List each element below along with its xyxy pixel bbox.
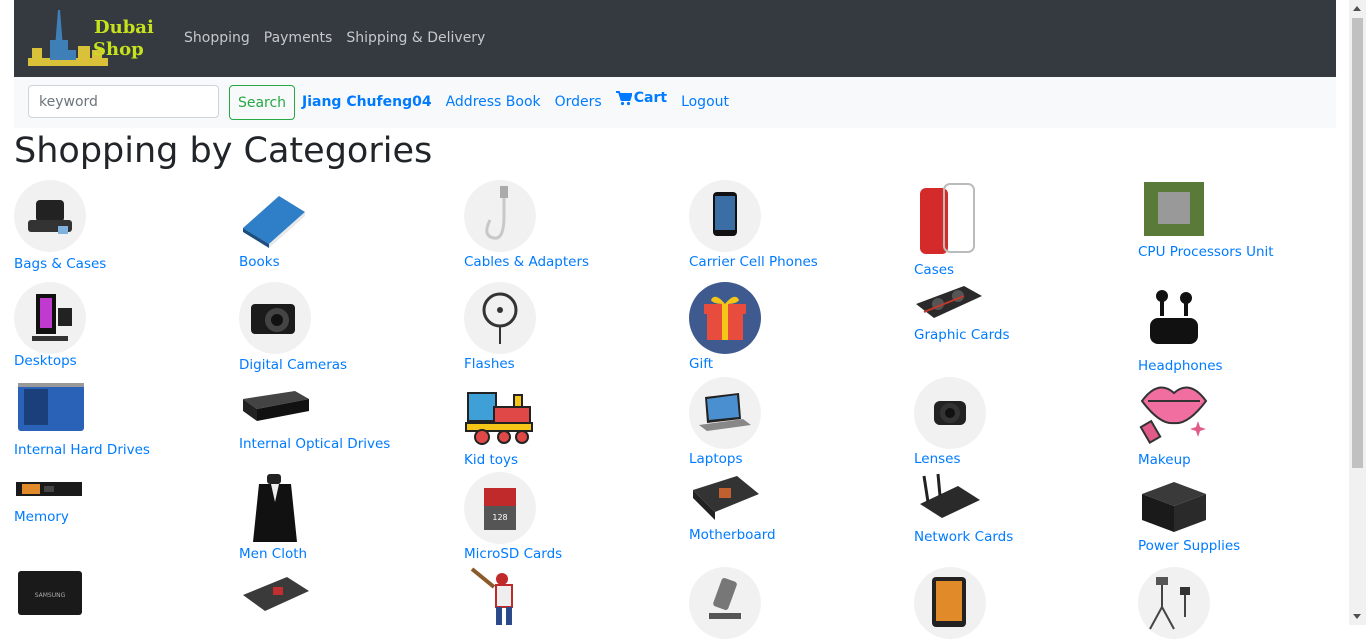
category-label[interactable]: Bags & Cases [14, 256, 106, 272]
cable-icon [464, 180, 536, 252]
category-label[interactable]: Graphic Cards [914, 327, 1010, 343]
nav-payments[interactable]: Payments [264, 30, 333, 46]
cart-icon [615, 90, 632, 105]
category-label[interactable]: Desktops [14, 353, 77, 369]
lens-icon [914, 377, 986, 449]
scroll-thumb[interactable] [1352, 18, 1363, 468]
search-button[interactable]: Search [229, 85, 295, 120]
tripod-icon [1138, 567, 1210, 639]
category-label[interactable]: Cases [914, 262, 954, 278]
phone-stand-icon [689, 567, 761, 639]
search-input[interactable] [28, 85, 219, 118]
nav-shopping[interactable]: Shopping [184, 30, 250, 46]
category-label[interactable]: Motherboard [689, 527, 776, 543]
category-label[interactable]: Power Supplies [1138, 538, 1240, 554]
toy-train-icon [464, 385, 536, 449]
lips-icon [1138, 377, 1210, 445]
brand-line2: Shop [93, 39, 144, 60]
svg-text:SAMSUNG: SAMSUNG [35, 592, 66, 599]
category-label[interactable]: Memory [14, 509, 69, 525]
nav-shipping-delivery[interactable]: Shipping & Delivery [346, 30, 485, 46]
baseball-player-icon [464, 565, 536, 625]
vertical-scrollbar[interactable] [1349, 0, 1366, 625]
category-label[interactable]: Kid toys [464, 452, 518, 468]
suit-icon [239, 472, 311, 544]
category-label[interactable]: Men Cloth [239, 546, 307, 562]
orders-link[interactable]: Orders [555, 94, 602, 110]
book-icon [239, 188, 309, 248]
svg-text:128: 128 [492, 513, 507, 522]
address-book-link[interactable]: Address Book [446, 94, 541, 110]
scroll-down-icon[interactable] [1353, 614, 1361, 619]
gpu-icon [914, 282, 984, 322]
top-navbar: Dubai Shop Shopping Payments Shipping & … [14, 0, 1336, 77]
scroll-up-icon[interactable] [1353, 6, 1361, 11]
earbuds-icon [1138, 282, 1210, 354]
brand-line1: Dubai [94, 17, 154, 38]
phone-icon [689, 180, 761, 252]
main-nav: Shopping Payments Shipping & Delivery [184, 30, 485, 46]
category-label[interactable]: Gift [689, 356, 713, 372]
category-label[interactable]: Makeup [1138, 452, 1191, 468]
phone-case-icon [914, 182, 980, 258]
category-label[interactable]: Digital Cameras [239, 357, 347, 373]
tablet-icon [914, 567, 986, 639]
ring-light-icon [464, 282, 536, 354]
cpu-icon [1138, 178, 1210, 240]
dubai-shop-logo[interactable]: Dubai Shop [28, 10, 160, 68]
laptop-icon [689, 377, 761, 449]
category-label[interactable]: Flashes [464, 356, 515, 372]
category-label[interactable]: Books [239, 254, 280, 270]
page-title: Shopping by Categories [14, 131, 433, 171]
cart-link[interactable]: Cart [615, 90, 668, 106]
motherboard-icon [689, 472, 761, 524]
memory-icon [14, 478, 84, 500]
sound-card-icon [239, 565, 311, 621]
ssd-icon: SAMSUNG [14, 565, 86, 621]
gift-icon [689, 282, 761, 354]
user-name-link[interactable]: Jiang Chufeng04 [302, 94, 432, 110]
category-label[interactable]: Lenses [914, 451, 961, 467]
desktop-icon [14, 282, 86, 354]
page: Dubai Shop Shopping Payments Shipping & … [14, 0, 1336, 639]
sd-card-icon: 128 [464, 472, 536, 544]
category-label[interactable]: Carrier Cell Phones [689, 254, 818, 270]
user-links: Jiang Chufeng04 Address Book Orders Cart… [302, 90, 729, 110]
category-label[interactable]: CPU Processors Unit [1138, 244, 1274, 260]
camera-icon [239, 282, 311, 354]
category-label[interactable]: Internal Optical Drives [239, 436, 390, 452]
cart-label: Cart [633, 90, 668, 106]
category-label[interactable]: Cables & Adapters [464, 254, 589, 270]
category-label[interactable]: MicroSD Cards [464, 546, 562, 562]
search-bar: Search Jiang Chufeng04 Address Book Orde… [14, 77, 1336, 128]
logout-link[interactable]: Logout [681, 94, 729, 110]
category-label[interactable]: Internal Hard Drives [14, 442, 150, 458]
category-label[interactable]: Laptops [689, 451, 743, 467]
hard-drive-icon [14, 377, 86, 437]
category-label[interactable]: Headphones [1138, 358, 1223, 374]
category-label[interactable]: Network Cards [914, 529, 1013, 545]
bag-icon [14, 180, 86, 252]
network-card-icon [914, 472, 986, 526]
power-supply-icon [1138, 472, 1210, 536]
optical-drive-icon [239, 377, 311, 433]
